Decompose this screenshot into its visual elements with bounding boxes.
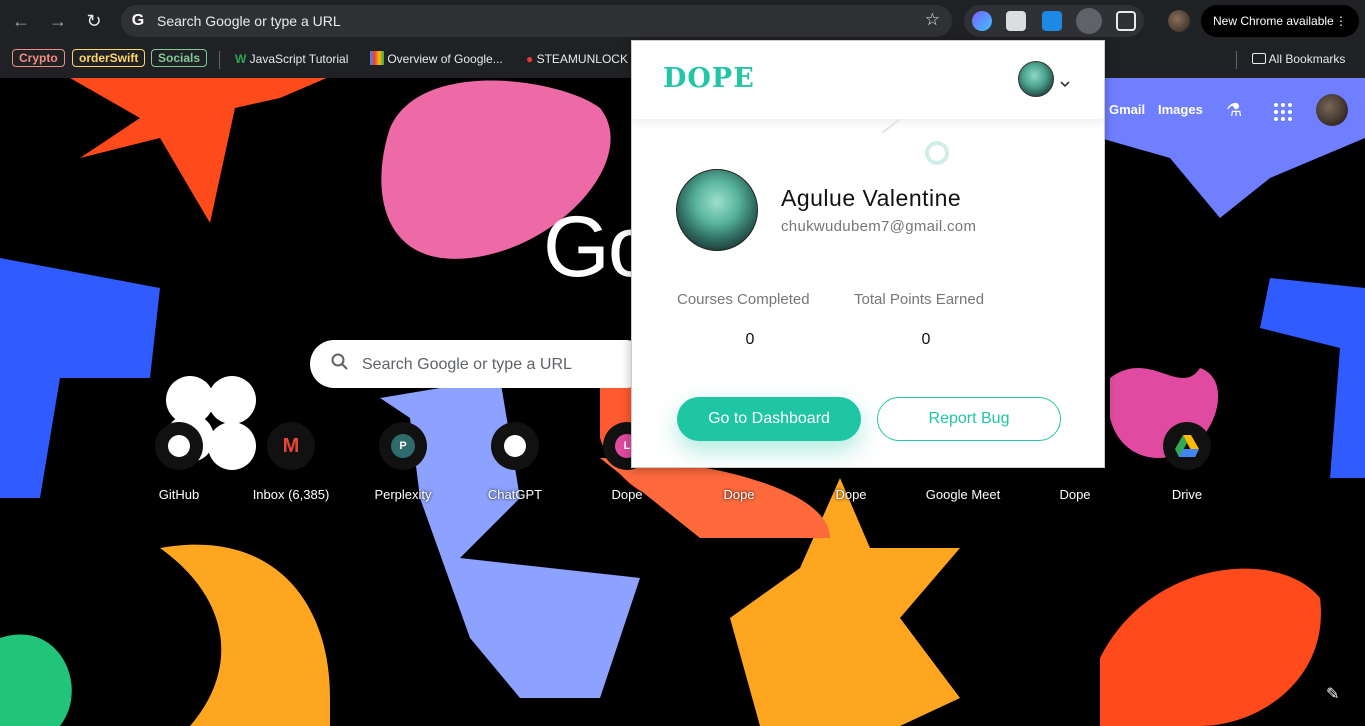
extension-icon[interactable]: [972, 11, 992, 31]
courses-completed-label: Courses Completed: [677, 291, 810, 308]
github-icon: [155, 422, 203, 470]
google-g-icon: G: [131, 12, 145, 29]
all-bookmarks[interactable]: All Bookmarks: [1252, 49, 1345, 69]
extensions-area: [964, 5, 1144, 37]
bookmark-overview-google[interactable]: Overview of Google...: [370, 49, 503, 69]
bookmark-steamunlock[interactable]: ● STEAMUNLOCK: [526, 49, 628, 69]
bookmark-folder-orderswift[interactable]: orderSwift: [72, 49, 146, 67]
decorative-line: [881, 119, 901, 134]
shortcut-label: Dope: [723, 487, 755, 502]
bookmark-folder-socials[interactable]: Socials: [151, 49, 208, 67]
forward-button[interactable]: →: [45, 8, 71, 34]
new-chrome-available-button[interactable]: New Chrome available ⋮: [1201, 5, 1359, 37]
chatgpt-icon: [491, 422, 539, 470]
bookmark-separator: [219, 51, 220, 69]
shortcut-drive[interactable]: Drive: [1137, 422, 1237, 502]
go-to-dashboard-button[interactable]: Go to Dashboard: [677, 397, 861, 441]
total-points-value: 0: [921, 331, 931, 348]
bookmark-javascript-tutorial[interactable]: W JavaScript Tutorial: [235, 49, 348, 69]
shortcut-label: Dope: [611, 487, 643, 502]
extensions-puzzle-icon[interactable]: [1116, 11, 1136, 31]
back-button[interactable]: ←: [8, 8, 34, 34]
report-bug-button[interactable]: Report Bug: [877, 397, 1061, 441]
shortcut-inbox[interactable]: M Inbox (6,385): [241, 422, 341, 502]
gmail-link[interactable]: Gmail: [1109, 102, 1145, 117]
dope-extension-icon[interactable]: [1076, 8, 1102, 34]
images-link[interactable]: Images: [1158, 102, 1203, 117]
shortcut-github[interactable]: GitHub: [129, 422, 229, 502]
shortcut-label: Perplexity: [374, 487, 432, 502]
total-points-label: Total Points Earned: [854, 291, 985, 308]
bookmark-folder-crypto[interactable]: Crypto: [12, 49, 65, 67]
labs-flask-icon[interactable]: ⚗: [1226, 100, 1242, 121]
google-account-avatar[interactable]: [1316, 94, 1348, 126]
shortcut-label: Dope: [835, 487, 867, 502]
w3schools-icon: W: [235, 52, 247, 66]
decorative-ring: [925, 141, 949, 165]
bookmark-label: STEAMUNLOCK: [536, 52, 628, 66]
shortcut-label: ChatGPT: [487, 487, 543, 502]
shortcut-label: Google Meet: [925, 487, 1001, 502]
dope-extension-popup: DOPE Agulue Valentine chukwudubem7@gmail…: [631, 40, 1105, 468]
shortcut-chatgpt[interactable]: ChatGPT: [465, 422, 565, 502]
omnibox-text: Search Google or type a URL: [157, 13, 341, 29]
bookmark-separator: [1236, 51, 1237, 69]
user-avatar: [676, 169, 758, 251]
apps-grid-icon[interactable]: [1273, 102, 1293, 122]
drive-icon: [1163, 422, 1211, 470]
bookmark-label: JavaScript Tutorial: [249, 52, 349, 66]
bookmark-label: Overview of Google...: [387, 52, 503, 66]
user-avatar-small[interactable]: [1018, 61, 1054, 97]
dope-logo: DOPE: [663, 63, 755, 94]
search-placeholder: Search Google or type a URL: [362, 356, 572, 373]
user-email: chukwudubem7@gmail.com: [781, 218, 977, 235]
google-cloud-icon: [370, 51, 384, 65]
shortcut-label: Dope: [1059, 487, 1091, 502]
courses-completed-value: 0: [745, 331, 755, 348]
popup-header: DOPE: [632, 41, 1104, 119]
shortcut-label: GitHub: [158, 487, 200, 502]
customize-pencil-icon[interactable]: ✎: [1326, 684, 1339, 704]
search-icon: [331, 353, 348, 370]
perplexity-icon: P: [379, 422, 427, 470]
browser-toolbar: ← → ↻ G Search Google or type a URL ☆ Ne…: [0, 0, 1365, 42]
bookmark-label: All Bookmarks: [1268, 52, 1346, 66]
omnibox[interactable]: G Search Google or type a URL ☆: [121, 5, 952, 37]
folder-icon: [1252, 53, 1266, 64]
user-name: Agulue Valentine: [781, 185, 962, 211]
steam-icon: ●: [526, 52, 534, 66]
shortcut-perplexity[interactable]: P Perplexity: [353, 422, 453, 502]
extension-icon[interactable]: [1006, 11, 1026, 31]
profile-avatar[interactable]: [1168, 10, 1190, 32]
google-search-box[interactable]: Search Google or type a URL: [310, 340, 650, 388]
new-chrome-label: New Chrome available: [1213, 14, 1334, 28]
bookmark-star-icon[interactable]: ☆: [925, 10, 940, 30]
extension-icon[interactable]: [1042, 11, 1062, 31]
menu-dots-icon: ⋮: [1335, 14, 1347, 28]
shortcut-label: Drive: [1171, 487, 1203, 502]
reload-button[interactable]: ↻: [81, 8, 107, 34]
gmail-icon: M: [267, 422, 315, 470]
shortcut-label: Inbox (6,385): [252, 487, 330, 502]
chevron-down-icon[interactable]: [1060, 79, 1070, 89]
